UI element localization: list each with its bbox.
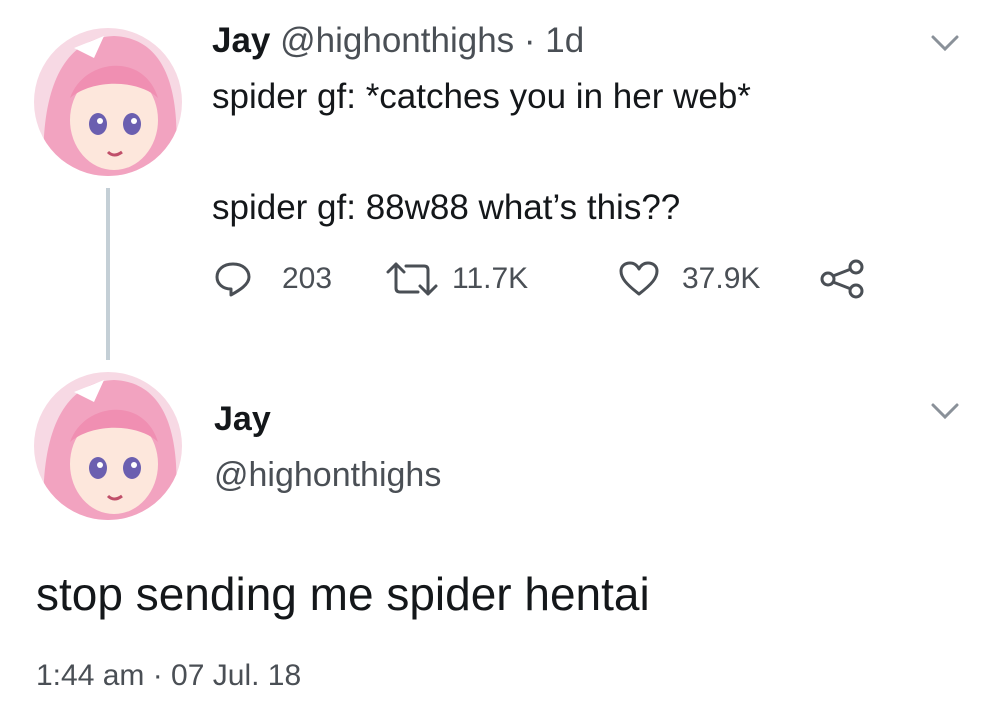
thread-line [106,188,110,360]
tweet-timestamp[interactable]: 1:44 am · 07 Jul. 18 [36,656,301,696]
chevron-down-icon[interactable] [930,402,960,420]
reply-icon [215,262,251,297]
like-count: 37.9K [682,262,761,295]
heart-icon [619,261,659,296]
avatar-image [34,372,182,520]
reply-button[interactable]: 203 [214,254,332,304]
like-button[interactable]: 37.9K [618,254,760,304]
tweet-header: Jay @highonthighs · 1d [212,20,584,62]
tweet-text: stop sending me spider hentai [36,568,650,620]
share-icon [820,259,864,299]
avatar-image [34,28,182,176]
retweet-icon [386,262,438,296]
avatar[interactable] [34,372,182,520]
author-name[interactable]: Jay [212,21,270,60]
reply-count: 203 [282,262,333,295]
share-button[interactable] [820,254,866,304]
author-handle[interactable]: @highonthighs [214,454,441,496]
retweet-count: 11.7K [452,262,529,295]
retweet-button[interactable]: 11.7K [384,254,528,304]
tweet-text-line: spider gf: *catches you in her web* [212,77,751,116]
tweet-text-line: spider gf: 88w88 what’s this?? [212,188,681,227]
tweet-age[interactable]: 1d [545,21,584,60]
author-name[interactable]: Jay [214,398,271,440]
separator: · [523,21,536,60]
avatar[interactable] [34,28,182,176]
author-handle[interactable]: @highonthighs [280,21,514,60]
chevron-down-icon[interactable] [930,34,960,52]
